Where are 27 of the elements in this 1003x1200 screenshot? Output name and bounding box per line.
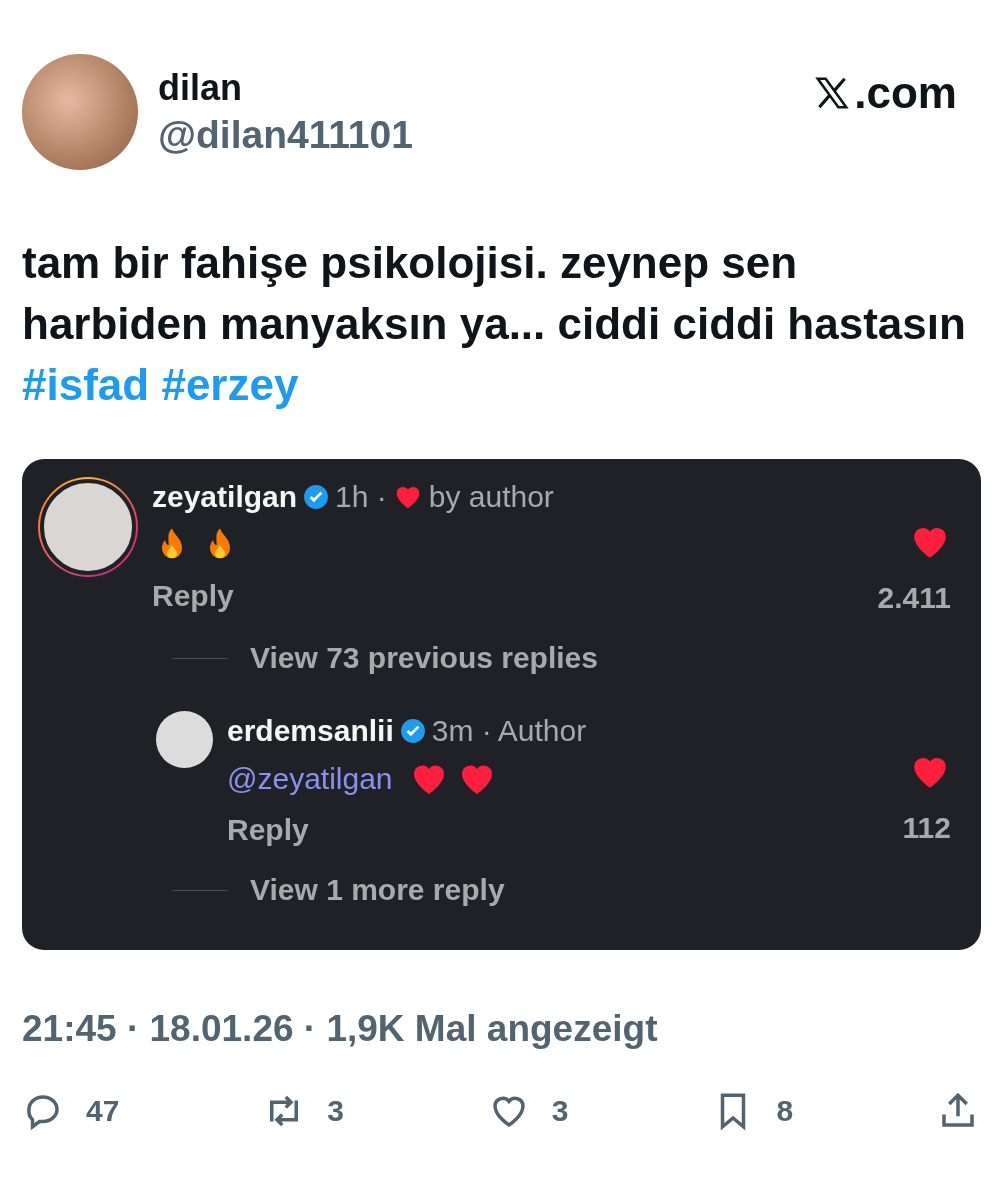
action-count: 47: [86, 1094, 120, 1128]
comment-time: 3m ·: [431, 714, 492, 748]
like-count: 112: [902, 811, 951, 845]
bookmark-button[interactable]: 8: [712, 1090, 794, 1132]
author-label: Author: [497, 714, 587, 748]
commenter-avatar[interactable]: [156, 711, 213, 768]
post-meta: 21:45 · 18.01.26 · 1,9K Mal angezeigt: [22, 1008, 659, 1050]
comment-time: 1h ·: [335, 480, 387, 514]
action-count: 8: [776, 1094, 794, 1128]
action-count: 3: [327, 1094, 344, 1128]
username[interactable]: erdemsanlii: [227, 714, 394, 748]
author-handle[interactable]: @dilan411101: [158, 113, 813, 157]
view-replies-link[interactable]: View 1 more reply: [250, 873, 505, 907]
post-text: tam bir fahişe psikolojisi. zeynep sen harbiden manyaksın ya... ciddi ciddi hastasın #isfad #erzey: [22, 237, 967, 411]
username[interactable]: zeyatilgan: [152, 480, 298, 514]
author-name[interactable]: dilan: [158, 67, 813, 109]
reply-link[interactable]: Reply: [152, 579, 234, 613]
action-count: 3: [551, 1094, 569, 1128]
site-name: .com: [854, 68, 957, 118]
reply-button[interactable]: 47: [22, 1090, 120, 1132]
repost-button[interactable]: 3: [263, 1090, 344, 1132]
like-button[interactable]: 3: [487, 1090, 569, 1132]
author-label: by author: [428, 480, 554, 514]
like-count: 2.411: [877, 581, 951, 615]
view-replies-link[interactable]: View 73 previous replies: [250, 641, 598, 675]
reply-link[interactable]: Reply: [227, 813, 309, 847]
mention-link[interactable]: @zeyatilgan: [227, 762, 393, 796]
